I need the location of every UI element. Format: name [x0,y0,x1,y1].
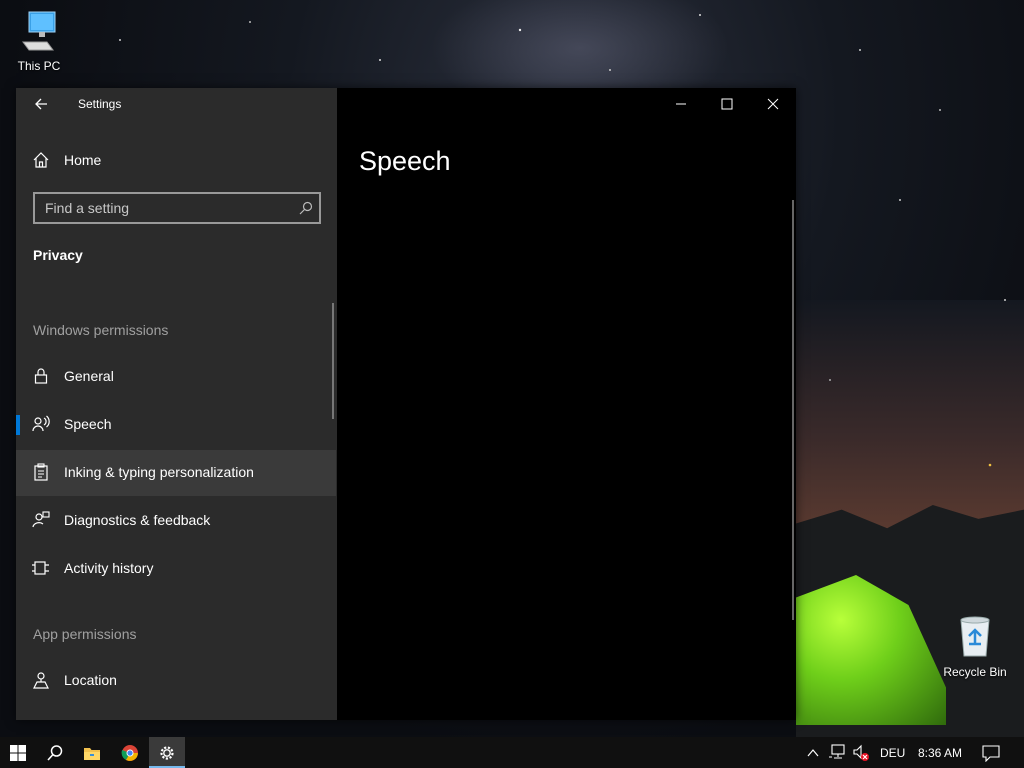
search-input[interactable] [35,194,305,222]
nav-item-diagnostics[interactable]: Diagnostics & feedback [16,498,336,544]
taskbar-settings[interactable] [149,737,185,768]
lock-icon [32,367,52,387]
clipboard-icon [32,463,52,483]
nav-item-general[interactable]: General [16,354,336,400]
section-windows-permissions: Windows permissions [33,322,169,338]
nav-item-label: Activity history [64,560,154,576]
windows-start-icon [10,745,26,761]
speech-icon [32,415,52,435]
minimize-button[interactable] [658,88,704,120]
nav-item-label: General [64,368,114,384]
nav-home-label: Home [64,152,102,168]
minimize-icon [676,103,686,105]
taskbar-search-button[interactable] [37,737,73,768]
nav-item-inking-typing[interactable]: Inking & typing personalization [16,450,336,496]
section-app-permissions: App permissions [33,626,137,642]
close-icon [767,98,779,110]
settings-window: Settings Home Privacy Windows permission… [16,88,796,720]
nav-item-label: Speech [64,416,112,432]
nav-item-label: Location [64,672,117,688]
page-title: Speech [359,146,451,176]
nav-item-speech[interactable]: Speech [16,402,336,448]
file-explorer-icon [84,748,100,760]
window-title: Settings [78,97,122,111]
nav-home[interactable]: Home [16,138,336,184]
find-setting-search[interactable] [33,192,321,224]
location-icon [32,671,52,691]
settings-sidebar: Settings Home Privacy Windows permission… [16,88,337,720]
taskbar-chrome[interactable] [112,737,148,768]
monitor-icon [4,10,74,55]
search-icon[interactable] [299,201,313,220]
nav-item-activity-history[interactable]: Activity history [16,546,336,592]
wallpaper-sky [796,300,1024,530]
recycle-bin-icon [940,614,1010,661]
desktop-icon-recycle-bin[interactable]: Recycle Bin [940,614,1010,679]
settings-gear-icon [160,746,174,760]
tray-overflow-chevron-icon[interactable] [806,746,820,764]
desktop-icon-label: Recycle Bin [943,665,1007,679]
taskbar-file-explorer[interactable] [74,737,110,768]
network-icon[interactable] [829,744,847,765]
close-button[interactable] [750,88,796,120]
desktop-icon-label: This PC [17,59,61,73]
feedback-icon [32,511,52,531]
clock[interactable]: 8:36 AM [918,746,962,760]
action-center-icon[interactable] [982,744,1000,767]
search-icon [47,745,63,761]
category-title: Privacy [33,247,83,263]
nav-item-location[interactable]: Location [16,658,336,704]
nav-item-label: Diagnostics & feedback [64,512,211,528]
maximize-icon [721,98,733,110]
content-scrollbar[interactable] [792,200,794,620]
chrome-icon [121,745,138,761]
start-button[interactable] [0,737,36,768]
volume-muted-icon[interactable] [852,744,870,767]
nav-item-label: Inking & typing personalization [64,464,254,480]
back-arrow-icon[interactable] [30,92,52,116]
input-language[interactable]: DEU [880,746,905,760]
timeline-icon [32,559,52,579]
settings-content: Speech [337,88,796,720]
maximize-button[interactable] [704,88,750,120]
sidebar-scrollbar[interactable] [332,303,334,419]
home-icon [32,151,52,171]
taskbar: DEU 8:36 AM [0,737,1024,768]
selected-indicator [16,415,20,435]
desktop-icon-this-pc[interactable]: This PC [4,10,74,73]
